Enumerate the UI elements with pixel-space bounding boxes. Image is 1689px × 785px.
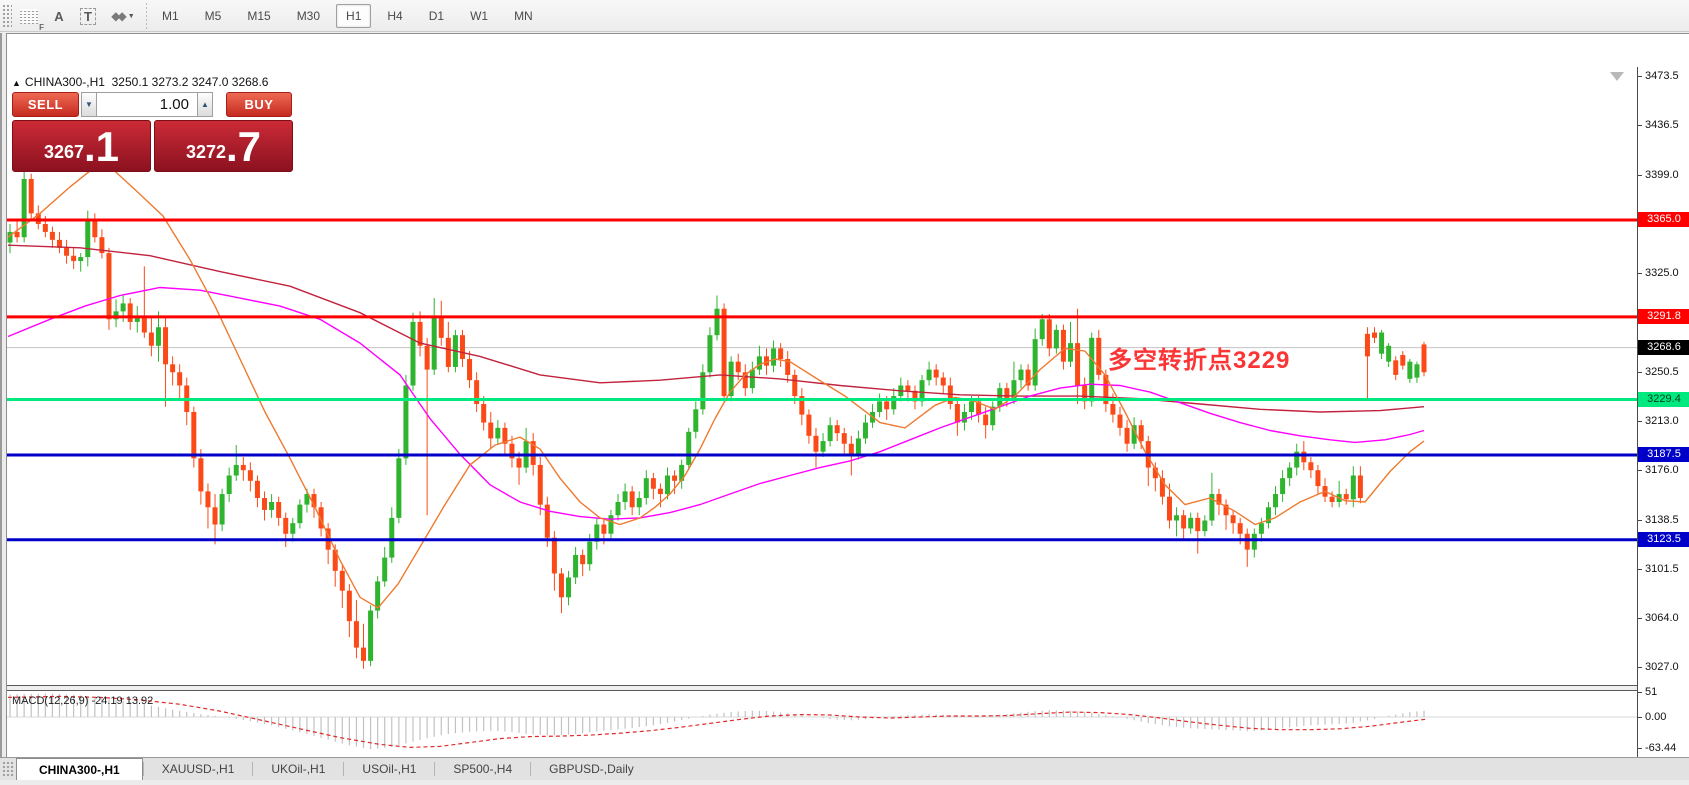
price-axis[interactable]: 3473.5 3436.5 3399.0 3325.0 3250.5 3213.0 3176… (1637, 67, 1689, 763)
y-axis-tick (1638, 125, 1642, 127)
timeframe-m30[interactable]: M30 (287, 4, 330, 28)
macd-histogram (9, 693, 1425, 750)
y-axis-tick (1638, 174, 1642, 176)
price-level-badge: 3365.0 (1638, 212, 1689, 227)
toolbar: F A T ◆◆ ▼ M1 M5 M15 M30 H1 H4 D1 W1 MN (0, 0, 1689, 32)
buy-price-main: 3272 (185, 142, 226, 162)
price-level-badge: 3123.5 (1638, 531, 1689, 547)
tab-ukoil-h1[interactable]: UKOil-,H1 (253, 758, 343, 780)
volume-decrease-icon[interactable]: ▼ (81, 92, 97, 117)
timeframe-h4[interactable]: H4 (377, 4, 412, 28)
tabbar-grip (2, 761, 14, 777)
y-axis-tick (1638, 371, 1642, 373)
timeframe-m5[interactable]: M5 (195, 4, 232, 28)
buy-button[interactable]: BUY (226, 92, 292, 117)
y-axis-tick (1638, 667, 1642, 669)
macd-axis-tick (1638, 717, 1642, 718)
y-axis-label: 3064.0 (1645, 612, 1679, 625)
macd-axis-tick (1638, 748, 1642, 750)
macd-pane[interactable] (0, 691, 1637, 763)
chart-shift-marker-icon[interactable] (1610, 72, 1624, 81)
chevron-down-icon: ▼ (127, 12, 135, 20)
y-axis-tick (1638, 618, 1642, 620)
y-axis-label: 3436.5 (1645, 119, 1679, 132)
y-axis-tick (1638, 272, 1642, 274)
ohlc-low: 3247.0 (191, 75, 229, 89)
symbol-marker-icon: ▲ (12, 78, 21, 88)
ohlc-close: 3268.6 (231, 75, 269, 89)
y-axis-tick (1638, 76, 1642, 78)
y-axis-tick (1638, 568, 1642, 570)
mt4-terminal: F A T ◆◆ ▼ M1 M5 M15 M30 H1 H4 D1 W1 MN ▲ CHINA30… (0, 0, 1689, 785)
tab-china300-h1[interactable]: CHINA300-,H1 (16, 758, 143, 780)
y-axis-label: 3176.0 (1645, 464, 1679, 477)
tab-xauusd-h1[interactable]: XAUUSD-,H1 (144, 758, 253, 780)
macd-signal-line (7, 695, 1429, 749)
price-level-badge: 3187.5 (1638, 446, 1689, 462)
ohlc-high: 3273.2 (151, 75, 189, 89)
buy-price-box[interactable]: 3272.7 (154, 120, 293, 172)
y-axis-tick (1638, 519, 1642, 521)
symbols-grid-icon[interactable]: F (16, 4, 44, 32)
macd-axis-label: 0.00 (1645, 711, 1667, 723)
ohlc-header: ▲ CHINA300-,H1 3250.1 3273.2 3247.0 3268.… (12, 75, 268, 89)
volume-increase-icon[interactable]: ▲ (197, 92, 213, 117)
window-left-border (0, 33, 7, 780)
sell-price-pip: .1 (84, 123, 120, 170)
text-box-icon[interactable]: T (76, 4, 100, 28)
symbol-name: CHINA300-,H1 (24, 75, 105, 89)
ohlc-open: 3250.1 (111, 75, 149, 89)
chart-window: ▲ CHINA300-,H1 3250.1 3273.2 3247.0 3268.… (0, 33, 1689, 785)
toolbar-separator (146, 3, 147, 29)
bottom-strip (0, 780, 1689, 785)
price-level-badge: 3291.8 (1638, 308, 1689, 324)
macd-axis-tick (1638, 692, 1642, 693)
candles-layer (7, 168, 1427, 669)
y-axis-tick (1638, 470, 1642, 472)
sell-button[interactable]: SELL (12, 92, 79, 117)
buy-price-pip: .7 (226, 123, 262, 170)
timeframe-m15[interactable]: M15 (237, 4, 280, 28)
timeframe-h1[interactable]: H1 (336, 4, 372, 28)
y-axis-label: 3250.5 (1645, 365, 1679, 378)
macd-axis-label: -63.44 (1645, 742, 1677, 755)
price-level-badge: 3229.4 (1638, 391, 1689, 407)
timeframe-buttons: M1 M5 M15 M30 H1 H4 D1 W1 MN (152, 4, 543, 28)
volume-input[interactable] (97, 92, 197, 117)
y-axis-label: 3138.5 (1645, 513, 1679, 526)
y-axis-label: 3213.0 (1645, 415, 1679, 428)
chart-tab-bar: CHINA300-,H1 XAUUSD-,H1 UKOil-,H1 USOil-,H1… (0, 757, 1689, 780)
timeframe-m1[interactable]: M1 (152, 4, 189, 28)
tab-usoil-h1[interactable]: USOil-,H1 (344, 758, 434, 780)
chart-annotation-text: 多空转折点3229 (1108, 347, 1291, 374)
y-axis-label: 3325.0 (1645, 266, 1679, 279)
y-axis-label: 3101.5 (1645, 562, 1679, 575)
macd-indicator-label: MACD(12,26,9) -24.19 13.92 (12, 695, 154, 707)
macd-axis-label: 51 (1645, 686, 1658, 698)
current-price-badge: 3268.6 (1638, 339, 1689, 355)
y-axis-label: 3473.5 (1645, 70, 1679, 83)
text-label-icon[interactable]: A (48, 4, 70, 28)
shapes-icon[interactable]: ◆◆ ▼ (106, 4, 140, 28)
y-axis-tick (1638, 421, 1642, 423)
toolbar-grip[interactable] (2, 4, 12, 28)
timeframe-d1[interactable]: D1 (419, 4, 454, 28)
tab-sp500-h4[interactable]: SP500-,H4 (435, 758, 530, 780)
timeframe-w1[interactable]: W1 (460, 4, 498, 28)
y-axis-label: 3399.0 (1645, 168, 1679, 181)
sell-price-main: 3267 (43, 142, 84, 162)
sell-price-box[interactable]: 3267.1 (12, 120, 151, 172)
tab-gbpusd-daily[interactable]: GBPUSD-,Daily (531, 758, 652, 780)
timeframe-mn[interactable]: MN (504, 4, 543, 28)
y-axis-label: 3027.0 (1645, 661, 1679, 674)
